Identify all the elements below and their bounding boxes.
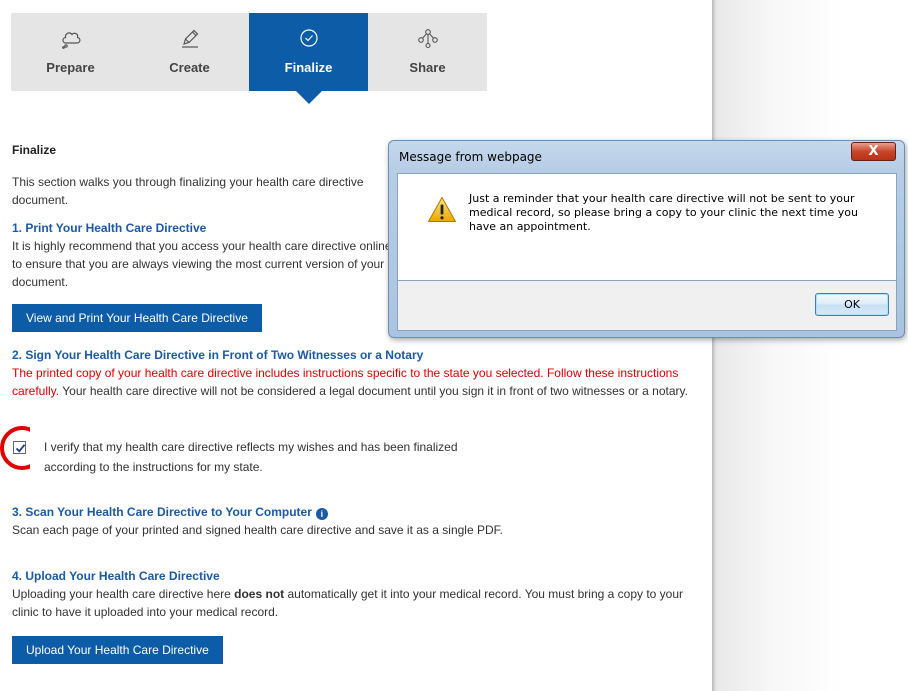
step3-title: 3. Scan Your Health Care Directive to Yo… xyxy=(12,503,702,521)
step4-section: 4. Upload Your Health Care Directive Upl… xyxy=(12,567,702,664)
check-circle-icon xyxy=(298,27,320,52)
tab-label: Share xyxy=(409,60,446,75)
step2-section: 2. Sign Your Health Care Directive in Fr… xyxy=(12,346,702,400)
verify-label: I verify that my health care directive r… xyxy=(44,437,524,477)
highlight-circle xyxy=(0,426,30,470)
tab-finalize[interactable]: Finalize xyxy=(249,13,368,104)
view-print-button[interactable]: View and Print Your Health Care Directiv… xyxy=(12,304,262,332)
upload-button[interactable]: Upload Your Health Care Directive xyxy=(12,636,223,664)
step3-text: Scan each page of your printed and signe… xyxy=(12,523,503,537)
dialog-footer: OK xyxy=(397,281,897,331)
warning-icon xyxy=(427,196,457,226)
message-dialog: Message from webpage X Just a reminder t… xyxy=(388,140,905,338)
step4-title: 4. Upload Your Health Care Directive xyxy=(12,569,220,583)
tab-label: Finalize xyxy=(284,60,333,75)
verify-line-1: I verify that my health care directive r… xyxy=(44,440,458,454)
tab-prepare[interactable]: Prepare xyxy=(11,13,130,91)
tab-label: Create xyxy=(169,60,210,75)
tab-share[interactable]: Share xyxy=(368,13,487,91)
step4-text-bold: does not xyxy=(234,587,285,601)
dialog-message: Just a reminder that your health care di… xyxy=(469,192,858,233)
cloud-icon xyxy=(60,27,82,52)
step3-title-text: 3. Scan Your Health Care Directive to Yo… xyxy=(12,505,312,519)
step2-body: The printed copy of your health care dir… xyxy=(12,364,702,400)
dialog-title: Message from webpage xyxy=(399,150,542,164)
info-icon[interactable]: i xyxy=(315,508,328,520)
page: Prepare Create Finalize Share Finalize T… xyxy=(0,0,712,691)
page-gutter xyxy=(712,0,908,691)
dialog-close-button[interactable]: X xyxy=(851,142,896,161)
verify-line-2: according to the instructions for my sta… xyxy=(44,460,263,474)
tab-create[interactable]: Create xyxy=(130,13,249,91)
tab-label: Prepare xyxy=(46,60,95,75)
step2-title: 2. Sign Your Health Care Directive in Fr… xyxy=(12,348,424,362)
share-nodes-icon xyxy=(417,27,439,52)
dialog-body: Just a reminder that your health care di… xyxy=(397,173,897,281)
step4-text: Uploading your health care directive her… xyxy=(12,585,702,621)
ok-button[interactable]: OK xyxy=(815,293,889,316)
pencil-icon xyxy=(179,27,201,52)
intro-text: This section walks you through finalizin… xyxy=(12,175,364,207)
step-tabs: Prepare Create Finalize Share xyxy=(11,13,487,104)
step1-text: It is highly recommend that you access y… xyxy=(12,239,392,289)
step3-section: 3. Scan Your Health Care Directive to Yo… xyxy=(12,503,702,539)
step4-text-a: Uploading your health care directive her… xyxy=(12,587,235,601)
step2-text: Your health care directive will not be c… xyxy=(59,384,688,398)
